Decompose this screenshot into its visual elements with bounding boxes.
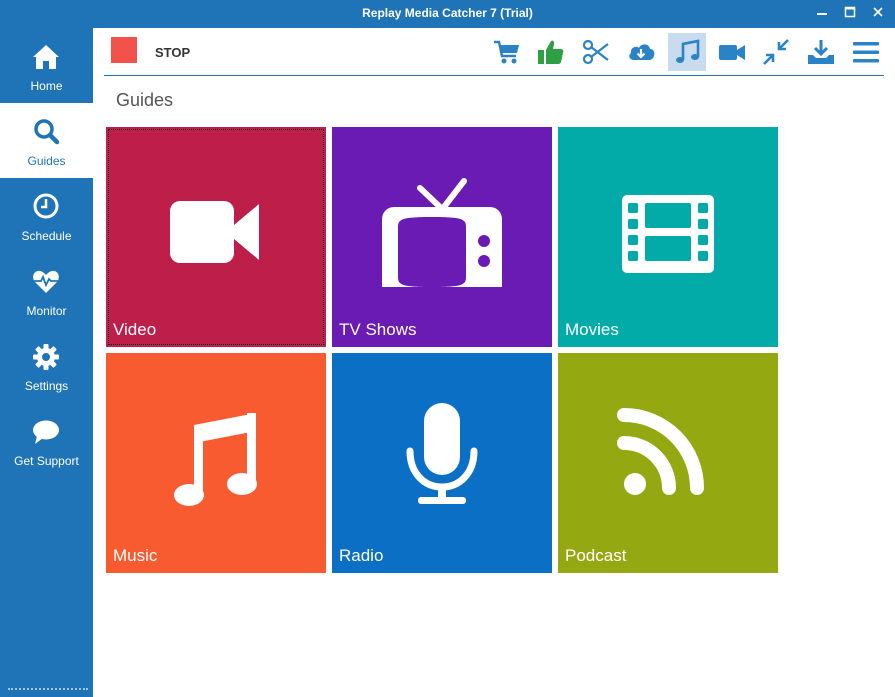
stop-label[interactable]: STOP [155, 45, 190, 60]
tile-label: Podcast [565, 546, 627, 565]
tile-video[interactable]: Video [106, 127, 326, 347]
music-note-icon [174, 413, 257, 506]
clock-icon [33, 193, 59, 219]
tile-label: Radio [339, 546, 384, 565]
sidebar-item-get-support[interactable]: Get Support [0, 403, 93, 478]
sidebar: Home Guides Schedule Monitor Settings Ge… [0, 28, 93, 697]
cloud-download-icon [629, 44, 655, 60]
cart-icon [494, 40, 519, 64]
toolbar-divider [104, 75, 884, 76]
thumbs-up-icon [538, 40, 564, 64]
chat-bubble-icon [33, 420, 59, 444]
cloud-download-button[interactable] [622, 33, 660, 71]
close-button[interactable] [864, 0, 892, 24]
sidebar-item-schedule[interactable]: Schedule [0, 178, 93, 253]
video-camera-icon [719, 45, 745, 60]
home-icon [33, 45, 59, 69]
like-button[interactable] [532, 33, 570, 71]
tile-podcast[interactable]: Podcast [558, 353, 778, 573]
hamburger-menu-icon [853, 42, 879, 63]
tile-radio[interactable]: Radio [332, 353, 552, 573]
sidebar-item-guides[interactable]: Guides [0, 103, 93, 178]
minimize-icon [817, 13, 827, 15]
maximize-button[interactable] [836, 0, 864, 24]
microphone-icon [406, 403, 478, 504]
tile-label: Music [113, 546, 158, 565]
sidebar-item-label: Monitor [26, 304, 67, 318]
trim-button[interactable] [577, 33, 615, 71]
window-title: Replay Media Catcher 7 (Trial) [362, 6, 533, 20]
download-tray-icon [808, 40, 834, 64]
video-camera-icon [170, 201, 259, 263]
sidebar-item-label: Schedule [21, 229, 72, 243]
stop-button[interactable] [111, 37, 137, 63]
sidebar-item-label: Guides [27, 154, 66, 168]
tile-movies[interactable]: Movies [558, 127, 778, 347]
gear-icon [33, 344, 59, 370]
maximize-icon [844, 6, 856, 18]
tv-icon [382, 178, 502, 287]
app-window: Replay Media Catcher 7 (Trial) Home Guid… [0, 0, 895, 697]
menu-button[interactable] [847, 33, 885, 71]
compact-view-button[interactable] [757, 33, 795, 71]
sidebar-item-monitor[interactable]: Monitor [0, 253, 93, 328]
downloads-button[interactable] [802, 33, 840, 71]
compress-icon [763, 39, 789, 65]
minimize-button[interactable] [808, 0, 836, 24]
sidebar-item-home[interactable]: Home [0, 28, 93, 103]
scissors-icon [582, 39, 609, 65]
sidebar-item-label: Get Support [14, 454, 79, 468]
tile-music[interactable]: Music [106, 353, 326, 573]
sidebar-item-label: Settings [24, 379, 69, 393]
close-icon [873, 7, 883, 17]
rss-icon [617, 408, 704, 495]
search-icon [34, 119, 60, 145]
title-bar: Replay Media Catcher 7 (Trial) [0, 0, 895, 28]
video-mode-button[interactable] [713, 33, 751, 71]
film-strip-icon [622, 195, 714, 273]
tile-tv-shows[interactable]: TV Shows [332, 127, 552, 347]
music-note-icon [676, 39, 700, 63]
sidebar-item-label: Home [30, 79, 63, 93]
sidebar-item-settings[interactable]: Settings [0, 328, 93, 403]
tile-label: Video [113, 320, 157, 339]
audio-mode-button[interactable] [668, 33, 706, 71]
sidebar-resize-grip [8, 688, 88, 690]
page-title: Guides [116, 90, 174, 110]
tile-label: TV Shows [339, 320, 417, 339]
heartbeat-icon [33, 270, 59, 293]
tile-label: Movies [565, 320, 619, 339]
store-button[interactable] [488, 33, 526, 71]
